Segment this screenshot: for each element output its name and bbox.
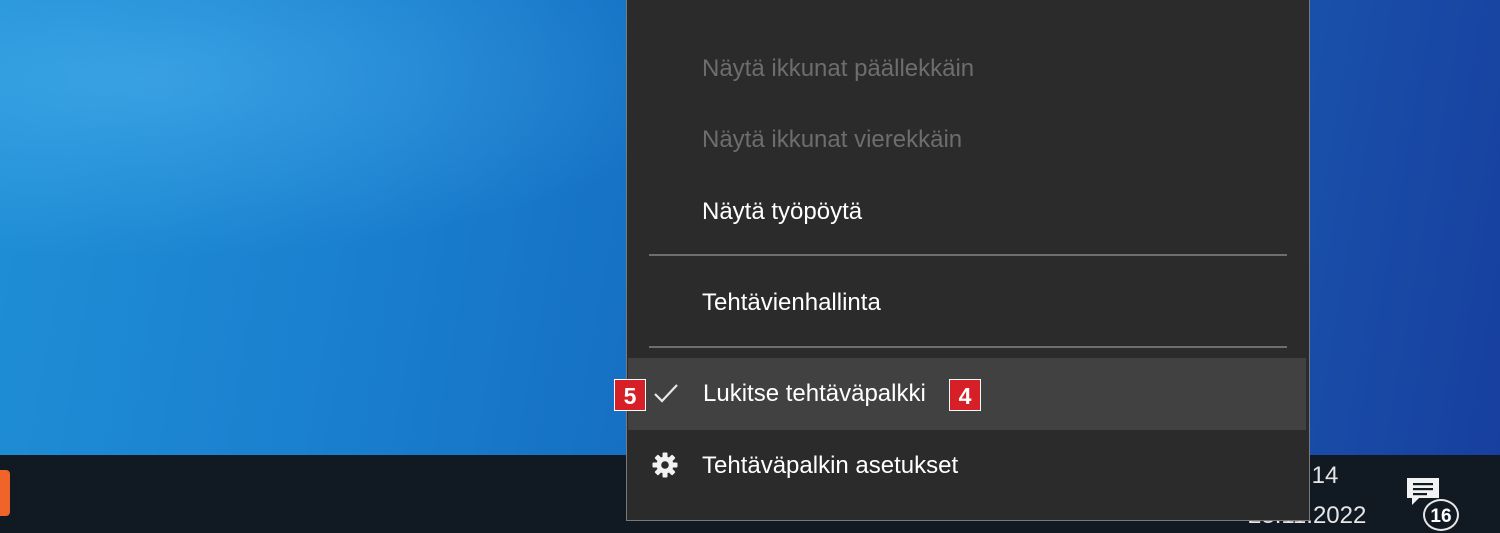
menu-item-partial xyxy=(627,0,1309,35)
annotation-marker-4: 4 xyxy=(949,379,981,411)
menu-item-taskbar-settings[interactable]: Tehtäväpalkin asetukset xyxy=(627,431,1309,501)
taskbar-context-menu: Näytä ikkunat päällekkäin Näytä ikkunat … xyxy=(626,0,1310,521)
menu-separator xyxy=(649,254,1287,256)
gear-icon xyxy=(652,452,678,478)
notification-count-badge: 16 xyxy=(1423,499,1459,531)
clock-time[interactable]: .14 xyxy=(1305,462,1338,490)
menu-item-label: Tehtävienhallinta xyxy=(702,289,881,316)
desktop-glow xyxy=(0,0,700,260)
menu-item-label: Näytä ikkunat päällekkäin xyxy=(702,55,975,82)
menu-item-label: Näytä työpöytä xyxy=(702,198,863,225)
menu-item-cascade-windows: Näytä ikkunat päällekkäin xyxy=(627,34,1309,104)
menu-separator xyxy=(649,346,1287,348)
annotation-marker-5: 5 xyxy=(614,379,646,411)
menu-item-show-desktop[interactable]: Näytä työpöytä xyxy=(627,177,1309,247)
menu-item-label: Tehtäväpalkin asetukset xyxy=(702,452,959,479)
office-app-icon[interactable] xyxy=(0,470,10,516)
checkmark-icon xyxy=(654,384,678,403)
menu-item-label: Lukitse tehtäväpalkki xyxy=(703,380,926,407)
menu-item-side-by-side: Näytä ikkunat vierekkäin xyxy=(627,105,1309,175)
menu-item-label: Näytä ikkunat vierekkäin xyxy=(702,126,963,153)
menu-item-task-manager[interactable]: Tehtävienhallinta xyxy=(627,268,1309,338)
